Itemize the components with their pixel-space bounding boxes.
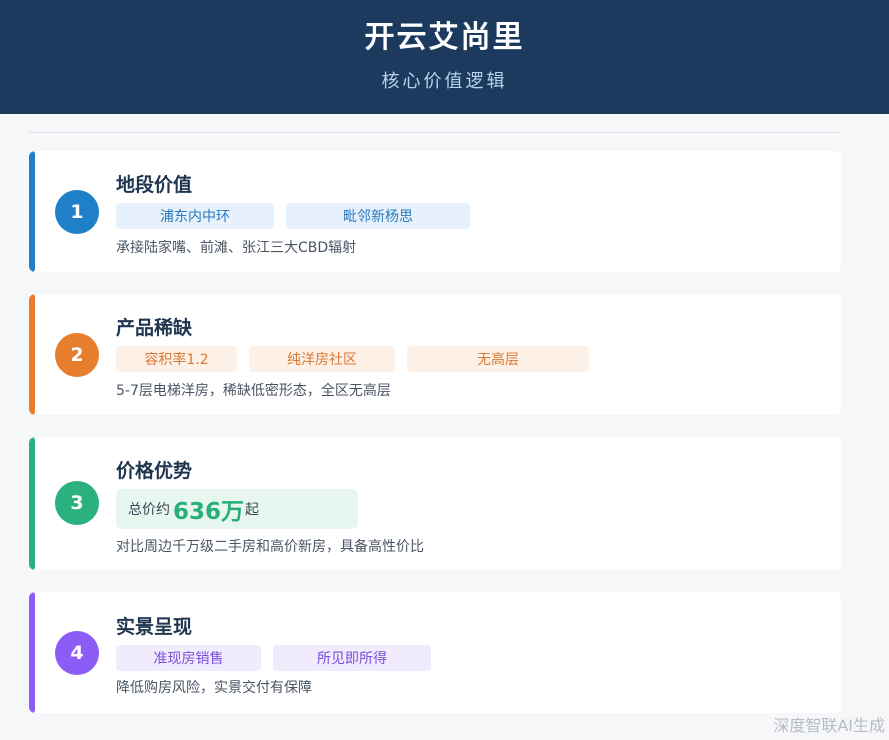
- card-product-scarcity: 2 产品稀缺 容积率1.2 纯洋房社区 无高层 5-7层电梯洋房，稀缺低密形态，…: [29, 294, 841, 415]
- card-title: 价格优势: [116, 460, 193, 482]
- card-title: 地段价值: [116, 174, 193, 196]
- page-header: 开云艾尚里 核心价值逻辑: [0, 0, 889, 114]
- tag: 无高层: [407, 346, 589, 372]
- tag: 浦东内中环: [116, 203, 274, 229]
- card-description: 降低购房风险，实景交付有保障: [116, 680, 312, 696]
- card-accent-bar: [29, 437, 35, 570]
- tag: 容积率1.2: [116, 346, 237, 372]
- watermark: 深度智联AI生成: [773, 716, 885, 735]
- card-tags: 浦东内中环 毗邻新杨思: [116, 203, 470, 229]
- card-accent-bar: [29, 294, 35, 415]
- card-number-badge: 4: [55, 631, 99, 675]
- card-real-scene: 4 实景呈现 准现房销售 所见即所得 降低购房风险，实景交付有保障: [29, 592, 841, 713]
- card-number-badge: 2: [55, 333, 99, 377]
- price-box: 总价约 636万 起: [116, 489, 358, 529]
- card-location-value: 1 地段价值 浦东内中环 毗邻新杨思 承接陆家嘴、前滩、张江三大CBD辐射: [29, 151, 841, 272]
- card-accent-bar: [29, 592, 35, 713]
- tag: 纯洋房社区: [249, 346, 395, 372]
- price-value: 636万: [173, 499, 245, 525]
- card-description: 对比周边千万级二手房和高价新房，具备高性价比: [116, 539, 424, 555]
- card-number-badge: 3: [55, 481, 99, 525]
- divider: [29, 132, 841, 133]
- price-prefix: 总价约: [128, 502, 170, 518]
- card-tags: 准现房销售 所见即所得: [116, 645, 431, 671]
- price-suffix: 起: [245, 502, 260, 518]
- card-description: 5-7层电梯洋房，稀缺低密形态，全区无高层: [116, 383, 391, 399]
- card-price-advantage: 3 价格优势 总价约 636万 起 对比周边千万级二手房和高价新房，具备高性价比: [29, 437, 841, 570]
- card-tags: 容积率1.2 纯洋房社区 无高层: [116, 346, 589, 372]
- card-title: 实景呈现: [116, 616, 193, 638]
- tag: 所见即所得: [273, 645, 431, 671]
- tag: 毗邻新杨思: [286, 203, 470, 229]
- card-description: 承接陆家嘴、前滩、张江三大CBD辐射: [116, 240, 357, 256]
- card-title: 产品稀缺: [116, 317, 193, 339]
- page-subtitle: 核心价值逻辑: [381, 71, 508, 92]
- card-accent-bar: [29, 151, 35, 272]
- page-title: 开云艾尚里: [364, 20, 525, 55]
- card-number-badge: 1: [55, 190, 99, 234]
- tag: 准现房销售: [116, 645, 261, 671]
